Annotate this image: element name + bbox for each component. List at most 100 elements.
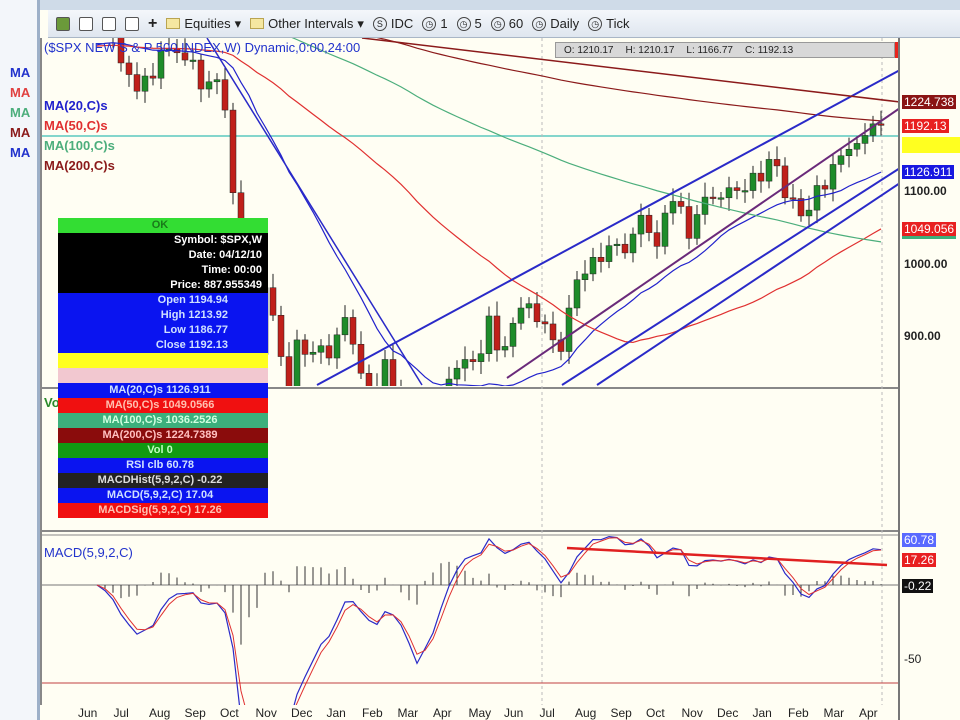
candle-body — [821, 185, 829, 190]
candle-body — [677, 201, 685, 207]
save-icon[interactable] — [125, 16, 139, 31]
candle-body — [357, 344, 365, 374]
candle-body — [525, 303, 533, 309]
candle-body — [549, 323, 557, 341]
candle-body — [757, 172, 765, 182]
other-intervals-menu[interactable]: Other Intervals ▾ — [250, 16, 364, 32]
candle-body — [669, 201, 677, 214]
axis-rsi-label: 60.78 — [902, 533, 937, 547]
candle-body — [189, 59, 197, 62]
month-label: Dec — [717, 706, 739, 720]
folder-icon — [250, 18, 265, 29]
menu-label: Other Intervals — [268, 16, 354, 31]
candle-body — [853, 143, 861, 150]
axis-ma50-label: 1049.056 — [902, 222, 957, 239]
candle-body — [573, 279, 581, 309]
candle-body — [805, 209, 813, 217]
axis-close-label: 1192.13 — [902, 119, 949, 133]
candle-body — [797, 198, 805, 217]
trendline[interactable] — [506, 107, 900, 379]
dw-yellow-row — [58, 353, 268, 368]
month-label: Jun — [504, 706, 524, 720]
candle-body — [637, 214, 645, 235]
trendlines[interactable] — [206, 38, 900, 567]
ohlc-bar: O: 1210.17 H: 1210.17 L: 1166.77 C: 1192… — [555, 42, 895, 58]
candle-body — [406, 417, 412, 456]
candle-body — [829, 164, 837, 190]
candle-body — [597, 257, 605, 262]
candle-body — [837, 155, 845, 165]
refresh-icon[interactable] — [102, 16, 116, 31]
time-axis[interactable]: Jun Jul Aug Sep Oct Nov Dec Jan Feb Mar Apr May Jun J… — [40, 705, 898, 720]
interval-daily-button[interactable]: ◷ Daily — [532, 16, 579, 31]
new-chart-icon[interactable] — [79, 16, 93, 31]
interval-1-button[interactable]: ◷ 1 — [422, 16, 448, 31]
dw-ma100: MA(100,C)s 1036.2526 — [58, 413, 268, 428]
adjacent-window-strip: MA MA MA MA MA — [0, 0, 40, 720]
chart-toolbar: + Equities ▾ Other Intervals ▾ S IDC ◷ 1 ◷… — [48, 10, 960, 38]
dw-price: Price: 887.955349 — [58, 278, 268, 293]
dw-ma200: MA(200,C)s 1224.7389 — [58, 428, 268, 443]
candle-body — [541, 321, 549, 325]
candle-body — [605, 245, 613, 262]
candle-body — [477, 353, 485, 362]
candle-body — [501, 346, 509, 351]
month-label: Sep — [184, 706, 206, 720]
macd-signal-line — [96, 537, 882, 705]
folder-icon — [166, 18, 181, 29]
interval-5-button[interactable]: ◷ 5 — [456, 16, 482, 31]
month-label: Mar — [397, 706, 419, 720]
candle-body — [485, 315, 493, 354]
candle-body — [765, 159, 773, 182]
candle-body — [685, 206, 693, 239]
candle-body — [333, 334, 341, 359]
candle-body — [309, 351, 317, 355]
clock-icon: ◷ — [456, 16, 471, 31]
candle-body — [629, 233, 637, 254]
left-label: MA — [10, 85, 31, 100]
clock-icon: ◷ — [422, 16, 437, 31]
candle-body — [381, 359, 389, 386]
candle-body — [398, 390, 404, 418]
trendline[interactable] — [316, 69, 900, 386]
month-label: Oct — [220, 706, 239, 720]
candle-body — [813, 185, 821, 211]
idc-button[interactable]: S IDC — [372, 16, 413, 31]
legend-ma20[interactable]: MA(20,C)s — [44, 98, 108, 113]
add-icon[interactable]: + — [148, 15, 157, 33]
interval-tick-button[interactable]: ◷ Tick — [588, 16, 630, 31]
legend-ma200[interactable]: MA(200,C)s — [44, 158, 115, 173]
candle-body — [293, 339, 301, 386]
data-window[interactable]: OK Symbol: $SPX,W Date: 04/12/10 Time: 0… — [58, 218, 268, 518]
candle-body — [773, 159, 781, 167]
month-label: Jul — [539, 706, 555, 720]
candle-body — [709, 196, 717, 199]
layout-icon[interactable] — [56, 16, 70, 31]
month-label: Jun — [78, 706, 98, 720]
candle-body — [133, 74, 141, 92]
candle-body — [422, 441, 428, 494]
trendline[interactable] — [561, 167, 900, 386]
data-window-ok[interactable]: OK — [58, 218, 268, 233]
candle-body — [229, 109, 237, 193]
macd-label: MACD(5,9,2,C) — [44, 545, 133, 560]
dw-ma20: MA(20,C)s 1126.911 — [58, 383, 268, 398]
macd-line — [96, 535, 882, 705]
equities-menu[interactable]: Equities ▾ — [166, 16, 241, 32]
high-value: H: 1210.17 — [625, 44, 675, 56]
candle-body — [365, 373, 373, 386]
legend-ma50[interactable]: MA(50,C)s — [44, 118, 108, 133]
month-label: Oct — [646, 706, 665, 720]
candle-body — [517, 307, 525, 324]
macd-divergence-line[interactable] — [566, 546, 888, 567]
axis-macdsig-label: 17.26 — [902, 553, 937, 567]
month-label: Mar — [823, 706, 845, 720]
candle-body — [469, 359, 477, 362]
interval-60-button[interactable]: ◷ 60 — [490, 16, 523, 31]
month-label: Sep — [610, 706, 632, 720]
candle-body — [701, 196, 709, 215]
price-axis[interactable]: 1224.738 1192.13 1126.911 1100.00 1049.0… — [898, 38, 960, 720]
legend-ma100[interactable]: MA(100,C)s — [44, 138, 115, 153]
button-label: 1 — [440, 16, 448, 31]
candle-body — [533, 303, 541, 323]
